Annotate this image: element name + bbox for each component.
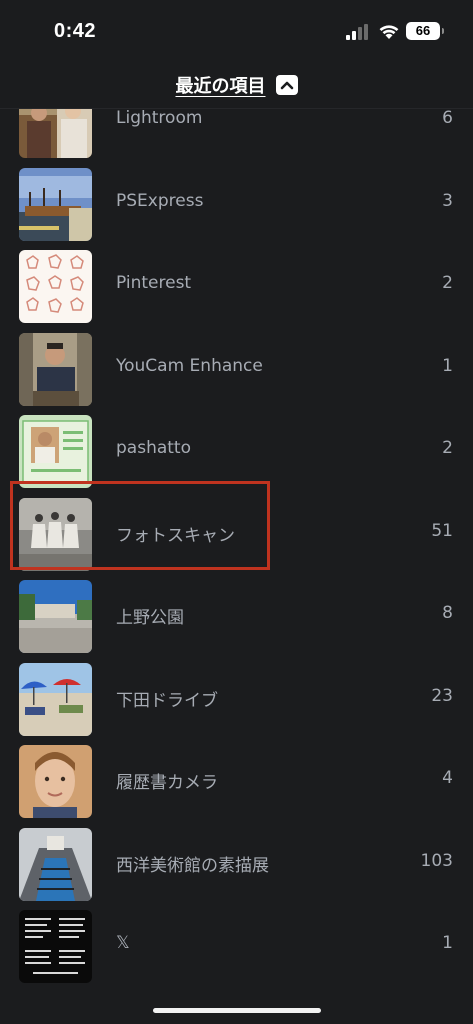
album-count: 3: [442, 190, 453, 211]
album-thumbnail: [19, 662, 92, 736]
album-thumbnail: [19, 745, 92, 818]
status-bar: 0:42 66: [0, 0, 473, 62]
album-thumbnail: [19, 910, 92, 983]
album-name: 下田ドライブ: [116, 690, 218, 711]
album-count: 2: [442, 273, 453, 293]
album-thumbnail: [19, 415, 92, 488]
album-count: 6: [442, 109, 453, 128]
battery-indicator: 66: [406, 22, 440, 40]
album-name: 西洋美術館の素描展: [116, 855, 269, 876]
album-row-x[interactable]: 𝕏 1: [0, 906, 473, 989]
album-row-shimoda-drive[interactable]: 下田ドライブ 23: [0, 659, 473, 742]
album-count: 1: [442, 355, 453, 376]
album-count: 23: [431, 685, 453, 706]
album-row-youcam-enhance[interactable]: YouCam Enhance 1: [0, 329, 473, 412]
album-thumbnail: [19, 109, 92, 158]
album-thumbnail: [19, 167, 92, 241]
album-row-lightroom[interactable]: Lightroom 6: [0, 109, 473, 164]
wifi-icon: [379, 25, 399, 39]
album-picker-title[interactable]: 最近の項目: [176, 76, 266, 97]
album-row-psexpress[interactable]: PSExpress 3: [0, 164, 473, 247]
album-name: PSExpress: [116, 190, 204, 211]
chevron-up-icon[interactable]: [275, 75, 298, 95]
album-count: 51: [431, 520, 453, 541]
album-picker-header: 最近の項目: [0, 62, 473, 109]
album-row-photoscan[interactable]: フォトスキャン 51: [0, 494, 473, 577]
album-count: 1: [442, 933, 453, 953]
album-name: YouCam Enhance: [116, 355, 263, 376]
album-name: フォトスキャン: [116, 525, 235, 546]
album-row-western-art-museum[interactable]: 西洋美術館の素描展 103: [0, 824, 473, 907]
cellular-signal-icon: [346, 24, 368, 40]
album-row-ueno-park[interactable]: 上野公園 8: [0, 576, 473, 659]
album-row-pinterest[interactable]: Pinterest 2: [0, 246, 473, 329]
album-name: 𝕏: [116, 933, 130, 953]
album-row-resume-camera[interactable]: 履歴書カメラ 4: [0, 741, 473, 824]
album-count: 103: [420, 850, 453, 871]
status-time: 0:42: [54, 20, 97, 42]
album-count: 8: [442, 603, 453, 623]
album-name: pashatto: [116, 438, 191, 458]
album-name: 上野公園: [116, 608, 184, 628]
album-thumbnail: [19, 580, 92, 653]
album-name: 履歴書カメラ: [116, 773, 218, 793]
album-thumbnail: [19, 827, 92, 901]
album-thumbnail: [19, 332, 92, 406]
album-thumbnail: [19, 250, 92, 323]
album-count: 4: [442, 768, 453, 788]
home-indicator[interactable]: [153, 1008, 321, 1013]
album-row-pashatto[interactable]: pashatto 2: [0, 411, 473, 494]
album-name: Pinterest: [116, 273, 192, 293]
album-name: Lightroom: [116, 109, 203, 128]
album-thumbnail: [19, 497, 92, 571]
album-list[interactable]: Lightroom 6 PSExpress 3 Pinterest 2 YouC…: [0, 109, 473, 1001]
album-count: 2: [442, 438, 453, 458]
battery-tip: [442, 28, 444, 34]
